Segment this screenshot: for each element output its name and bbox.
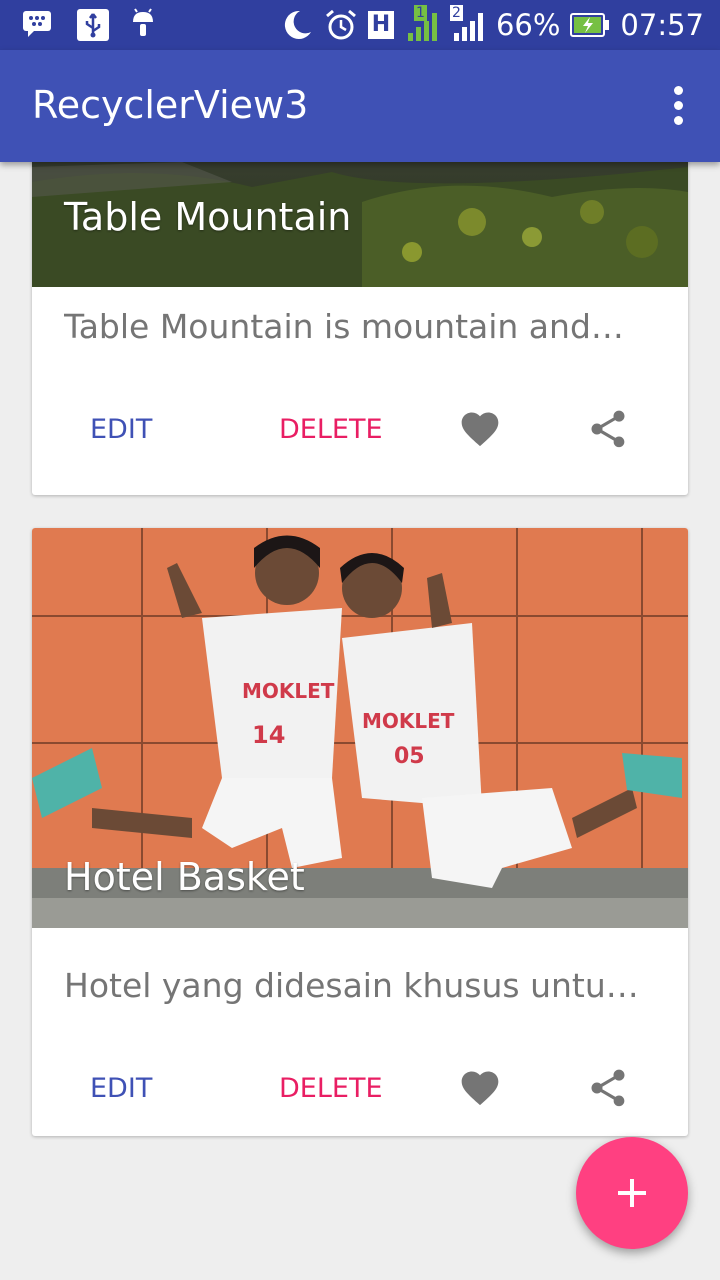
edit-button[interactable]: EDIT — [90, 1071, 152, 1107]
delete-button[interactable]: DELETE — [279, 412, 383, 448]
card-description: Table Mountain is mountain and… — [64, 307, 624, 346]
plus-icon — [618, 1179, 646, 1207]
status-bar: H 1 2 66% 07:57 — [0, 0, 720, 50]
network-type-badge: H — [367, 11, 394, 39]
svg-text:MOKLET: MOKLET — [362, 709, 455, 733]
more-vert-icon[interactable] — [666, 86, 690, 130]
edit-button[interactable]: EDIT — [90, 412, 152, 448]
battery-charging-icon — [570, 8, 610, 42]
svg-text:05: 05 — [394, 744, 425, 769]
app-title: RecyclerView3 — [32, 83, 309, 127]
sim1-signal-icon: 1 — [404, 5, 440, 43]
share-icon[interactable] — [586, 407, 630, 451]
card-title: Hotel Basket — [64, 855, 305, 899]
share-icon[interactable] — [586, 1066, 630, 1110]
android-debug-icon — [130, 8, 164, 42]
list-item-card[interactable]: MOKLET 14 MOKLET 05 Hotel Basket Hotel y… — [32, 528, 688, 1136]
heart-icon[interactable] — [458, 1066, 502, 1110]
do-not-disturb-moon-icon — [280, 8, 314, 42]
card-description: Hotel yang didesain khusus untuk… — [64, 966, 654, 1005]
clock: 07:57 — [620, 8, 704, 42]
svg-text:MOKLET: MOKLET — [242, 679, 335, 703]
list-item-card[interactable]: Table Mountain Table Mountain is mountai… — [32, 162, 688, 495]
alarm-icon — [324, 8, 358, 42]
add-item-button[interactable] — [576, 1137, 688, 1249]
usb-icon — [76, 8, 110, 42]
heart-icon[interactable] — [458, 407, 502, 451]
svg-text:14: 14 — [252, 721, 285, 749]
delete-button[interactable]: DELETE — [279, 1071, 383, 1107]
battery-percent: 66% — [495, 8, 561, 42]
sim2-signal-icon: 2 — [449, 5, 486, 43]
card-title: Table Mountain — [64, 195, 352, 239]
recycler-view-list[interactable]: Table Mountain Table Mountain is mountai… — [0, 162, 720, 1280]
bbm-notification-icon — [22, 8, 56, 42]
app-bar: RecyclerView3 — [0, 50, 720, 162]
